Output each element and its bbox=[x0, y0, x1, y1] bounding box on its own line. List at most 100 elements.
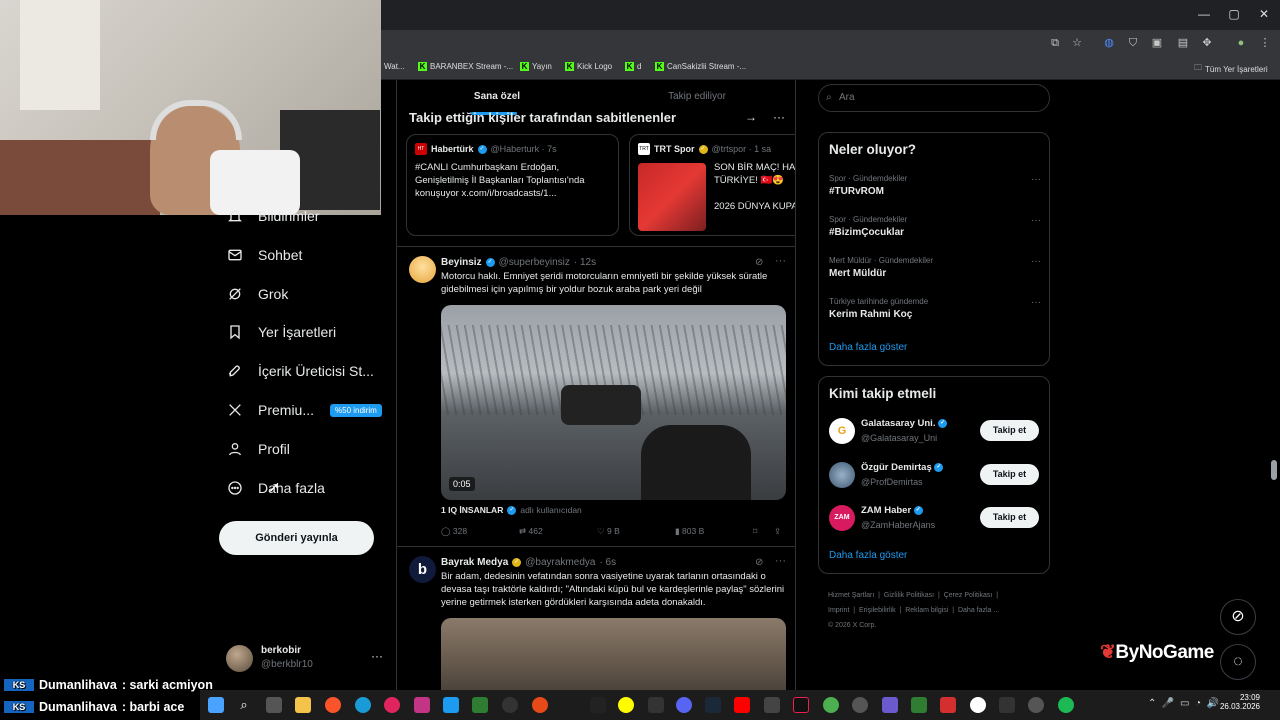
sidebar-item-premium[interactable]: Premiu... %50 indirim bbox=[226, 401, 382, 419]
tweet-author-name[interactable]: Beyinsiz bbox=[441, 257, 482, 268]
more-icon[interactable]: ··· bbox=[775, 255, 786, 267]
extension-icon[interactable]: ▣ bbox=[1150, 36, 1164, 50]
profile-icon[interactable]: ● bbox=[1234, 36, 1248, 50]
menu-icon[interactable]: ⋮ bbox=[1258, 36, 1272, 50]
source-name[interactable]: 1 IQ İNSANLAR bbox=[441, 505, 503, 515]
media-icon[interactable] bbox=[384, 697, 400, 713]
grok-icon[interactable]: ⊘ bbox=[755, 557, 763, 568]
views-button[interactable]: ▮ 803 B bbox=[675, 526, 704, 537]
file-explorer-icon[interactable] bbox=[295, 697, 311, 713]
tiktok-icon[interactable] bbox=[793, 697, 809, 713]
puzzle-icon[interactable]: ✥ bbox=[1200, 36, 1214, 50]
app-icon[interactable] bbox=[764, 697, 780, 713]
shield-icon[interactable]: ⛉ bbox=[1126, 36, 1140, 50]
windows-start-icon[interactable] bbox=[208, 697, 224, 713]
cast-icon[interactable]: ⧉ bbox=[1048, 36, 1062, 50]
search-icon[interactable]: ⌕ bbox=[236, 697, 252, 713]
footer-link[interactable]: Çerez Politikası bbox=[944, 592, 993, 599]
sidebar-item-profile[interactable]: Profil bbox=[226, 440, 290, 458]
app-icon[interactable] bbox=[472, 697, 488, 713]
pinned-card-haberturk[interactable]: HT Habertürk ✓ @Haberturk · 7s #CANLI Cu… bbox=[406, 134, 619, 236]
bookmark-5[interactable]: K CanSakizlii Stream -... bbox=[655, 62, 746, 71]
footer-link[interactable]: Reklam bilgisi bbox=[905, 607, 948, 614]
app-icon[interactable] bbox=[648, 697, 664, 713]
messages-icon[interactable]: ◌ bbox=[1220, 644, 1256, 680]
more-icon[interactable]: ··· bbox=[1031, 297, 1041, 308]
spotify-icon[interactable] bbox=[1058, 697, 1074, 713]
more-icon[interactable]: ··· bbox=[1031, 256, 1041, 267]
tweet-image[interactable] bbox=[441, 618, 786, 700]
bookmark-2[interactable]: K Yayın bbox=[520, 62, 552, 71]
all-bookmarks[interactable]: 🗀 Tüm Yer İşaretleri bbox=[1194, 62, 1268, 76]
system-tray-icons[interactable]: ⌃ 🎤 ▭ ◔ 🔊 bbox=[1148, 698, 1219, 709]
app-icon[interactable] bbox=[999, 697, 1015, 713]
app-icon[interactable] bbox=[882, 697, 898, 713]
bookmark-1[interactable]: K BARANBEX Stream -... bbox=[418, 62, 513, 71]
show-more-link[interactable]: Daha fazla göster bbox=[829, 550, 907, 561]
post-button[interactable]: Gönderi yayınla bbox=[219, 521, 374, 555]
epic-games-icon[interactable] bbox=[590, 697, 606, 713]
snapchat-icon[interactable] bbox=[618, 697, 634, 713]
more-icon[interactable]: ··· bbox=[775, 555, 786, 567]
trend-item[interactable]: Spor · Gündemdekiler #BizimÇocuklar ··· bbox=[829, 215, 1041, 238]
instagram-icon[interactable] bbox=[414, 697, 430, 713]
grok-icon[interactable]: ⊘ bbox=[1220, 599, 1256, 635]
share-icon[interactable]: ⇪ bbox=[774, 526, 781, 537]
repost-button[interactable]: ⇄ 462 bbox=[519, 526, 543, 537]
bookmark-3[interactable]: K Kick Logo bbox=[565, 62, 612, 71]
yandex-icon[interactable] bbox=[970, 697, 986, 713]
chrome-icon[interactable] bbox=[823, 697, 839, 713]
bookmark-4[interactable]: Kd bbox=[625, 62, 641, 71]
bookmark-0[interactable]: Wat... bbox=[384, 62, 405, 71]
footer-link[interactable]: Imprint bbox=[828, 607, 849, 614]
grok-icon[interactable]: ⊘ bbox=[755, 257, 763, 268]
footer-link[interactable]: Gizlilik Politikası bbox=[884, 592, 934, 599]
minimize-icon[interactable]: — bbox=[1196, 6, 1212, 22]
edge-icon[interactable] bbox=[355, 697, 371, 713]
trend-item[interactable]: Spor · Gündemdekiler #TURvROM ··· bbox=[829, 174, 1041, 197]
tab-for-you[interactable]: Sana özel bbox=[397, 80, 597, 114]
sidebar-item-creator-studio[interactable]: İçerik Üreticisi St... bbox=[226, 362, 374, 380]
app-icon[interactable] bbox=[852, 697, 868, 713]
like-button[interactable]: ♡ 9 B bbox=[597, 526, 620, 537]
account-switcher[interactable]: berkobir @berkblr10 ··· bbox=[226, 643, 386, 677]
follow-suggestion[interactable]: G Galatasaray Uni. ✓ @Galatasaray_Uni Ta… bbox=[819, 413, 1049, 449]
scrollbar-thumb[interactable] bbox=[1271, 460, 1277, 480]
footer-link[interactable]: Erişilebilirlik bbox=[859, 607, 896, 614]
trend-item[interactable]: Türkiye tarihinde gündemde Kerim Rahmi K… bbox=[829, 297, 1041, 320]
sidebar-item-notifications[interactable]: Bildirimler bbox=[226, 207, 319, 225]
app-icon[interactable] bbox=[911, 697, 927, 713]
footer-link[interactable]: Daha fazla ... bbox=[958, 607, 999, 614]
follow-button[interactable]: Takip et bbox=[980, 507, 1039, 528]
star-icon[interactable]: ☆ bbox=[1070, 36, 1084, 50]
maximize-icon[interactable]: ▢ bbox=[1226, 6, 1242, 22]
discord-icon[interactable] bbox=[676, 697, 692, 713]
brave-icon[interactable] bbox=[325, 697, 341, 713]
steam-icon[interactable] bbox=[705, 697, 721, 713]
close-icon[interactable]: ✕ bbox=[1256, 6, 1272, 22]
more-icon[interactable]: ··· bbox=[773, 110, 785, 124]
speedtest-icon[interactable] bbox=[502, 697, 518, 713]
trend-item[interactable]: Mert Müldür · Gündemdekiler Mert Müldür … bbox=[829, 256, 1041, 279]
bookmark-icon[interactable]: ⌑ bbox=[753, 526, 757, 537]
tab-following[interactable]: Takip ediliyor bbox=[597, 80, 795, 114]
follow-suggestion[interactable]: ZAM ZAM Haber ✓ @ZamHaberAjans Takip et bbox=[819, 500, 1049, 536]
sidebar-item-bookmarks[interactable]: Yer İşaretleri bbox=[226, 323, 336, 341]
extension-icon[interactable]: ◍ bbox=[1102, 36, 1116, 50]
tweet-author-name[interactable]: Bayrak Medya bbox=[441, 557, 508, 568]
follow-suggestion[interactable]: Özgür Demirtaş ✓ @ProfDemirtas Takip et bbox=[819, 457, 1049, 493]
youtube-icon[interactable] bbox=[734, 697, 750, 713]
avatar[interactable]: b bbox=[409, 556, 436, 583]
extension-icon[interactable]: ▤ bbox=[1176, 36, 1190, 50]
more-icon[interactable]: ··· bbox=[1031, 174, 1041, 185]
task-view-icon[interactable] bbox=[266, 697, 282, 713]
twitter-icon[interactable] bbox=[443, 697, 459, 713]
clock[interactable]: 23:09 26.03.2026 bbox=[1218, 693, 1260, 711]
follow-button[interactable]: Takip et bbox=[980, 464, 1039, 485]
footer-link[interactable]: Hizmet Şartları bbox=[828, 592, 874, 599]
tweet-video[interactable]: 0:05 bbox=[441, 305, 786, 500]
search-input[interactable]: ⌕ Ara bbox=[818, 84, 1050, 112]
show-more-link[interactable]: Daha fazla göster bbox=[829, 342, 907, 353]
reply-button[interactable]: ◯ 328 bbox=[441, 526, 467, 537]
avatar[interactable] bbox=[409, 256, 436, 283]
